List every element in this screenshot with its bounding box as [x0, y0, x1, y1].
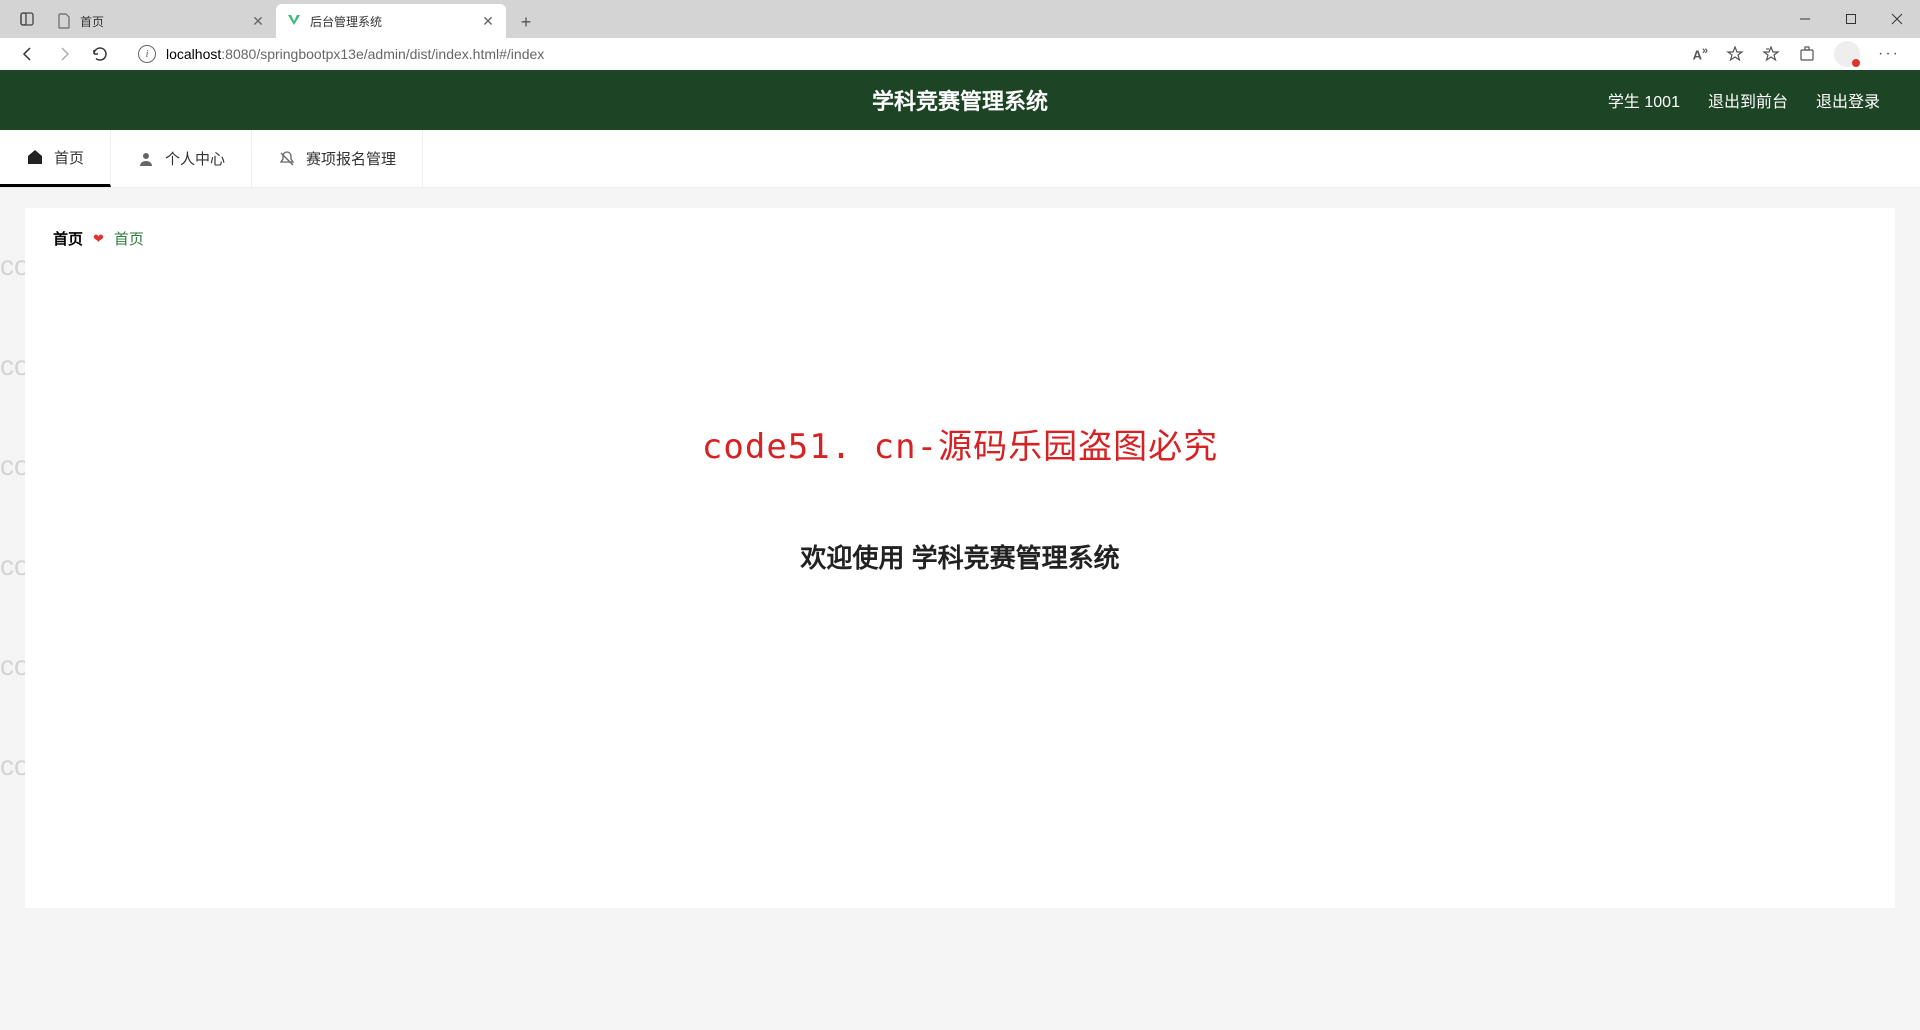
- breadcrumb-current[interactable]: 首页: [114, 228, 144, 249]
- close-button[interactable]: [1874, 0, 1920, 38]
- app-title: 学科竞赛管理系统: [872, 84, 1048, 116]
- nav-label: 首页: [54, 147, 84, 168]
- tab-title: 后台管理系统: [310, 13, 480, 30]
- welcome-text: 欢迎使用 学科竞赛管理系统: [53, 538, 1867, 575]
- profile-icon[interactable]: [1834, 41, 1860, 67]
- nav-tab-registration[interactable]: 赛项报名管理: [252, 130, 423, 187]
- user-icon: [137, 150, 155, 168]
- watermark-notice: code51. cn-源码乐园盗图必究: [53, 419, 1867, 468]
- nav-label: 赛项报名管理: [306, 148, 396, 169]
- tab-actions-icon[interactable]: [8, 0, 46, 38]
- user-label[interactable]: 学生 1001: [1608, 88, 1680, 112]
- tab-close-icon[interactable]: ✕: [250, 13, 266, 29]
- home-icon: [26, 148, 44, 166]
- maximize-button[interactable]: [1828, 0, 1874, 38]
- nav-label: 个人中心: [165, 148, 225, 169]
- browser-chrome: 首页 ✕ 后台管理系统 ✕ + i localhost:8080/springb…: [0, 0, 1920, 70]
- address-bar: i localhost:8080/springbootpx13e/admin/d…: [0, 38, 1920, 70]
- heart-icon: ❤: [93, 231, 104, 247]
- breadcrumb-root: 首页: [53, 228, 83, 249]
- content-card: 首页 ❤ 首页 code51. cn-源码乐园盗图必究 欢迎使用 学科竞赛管理系…: [25, 208, 1895, 908]
- address-actions: A» ···: [1693, 41, 1910, 67]
- more-icon[interactable]: ···: [1878, 45, 1900, 63]
- refresh-button[interactable]: [82, 38, 118, 70]
- nav-tab-home[interactable]: 首页: [0, 130, 111, 187]
- collections-icon[interactable]: [1762, 45, 1780, 63]
- browser-tab-1[interactable]: 后台管理系统 ✕: [276, 4, 506, 38]
- exit-to-front-link[interactable]: 退出到前台: [1708, 88, 1788, 112]
- page-icon: [56, 13, 72, 29]
- logout-link[interactable]: 退出登录: [1816, 88, 1880, 112]
- new-tab-button[interactable]: +: [510, 6, 542, 38]
- header-right: 学生 1001 退出到前台 退出登录: [1608, 88, 1880, 112]
- tab-close-icon[interactable]: ✕: [480, 13, 496, 29]
- favorite-icon[interactable]: [1726, 45, 1744, 63]
- nav-tabs: 首页 个人中心 赛项报名管理: [0, 130, 1920, 188]
- url-text: localhost:8080/springbootpx13e/admin/dis…: [166, 46, 544, 62]
- window-controls: [1782, 0, 1920, 38]
- breadcrumb: 首页 ❤ 首页: [53, 228, 1867, 249]
- content-wrap: 首页 ❤ 首页 code51. cn-源码乐园盗图必究 欢迎使用 学科竞赛管理系…: [0, 188, 1920, 928]
- app-header: 学科竞赛管理系统 学生 1001 退出到前台 退出登录: [0, 70, 1920, 130]
- tab-title: 首页: [80, 13, 250, 30]
- bell-icon: [278, 150, 296, 168]
- site-info-icon[interactable]: i: [138, 45, 156, 63]
- extensions-icon[interactable]: [1798, 45, 1816, 63]
- read-aloud-icon[interactable]: A»: [1693, 45, 1708, 62]
- tab-bar: 首页 ✕ 后台管理系统 ✕ +: [0, 0, 1920, 38]
- browser-tab-0[interactable]: 首页 ✕: [46, 4, 276, 38]
- vue-icon: [286, 13, 302, 29]
- forward-button[interactable]: [46, 38, 82, 70]
- back-button[interactable]: [10, 38, 46, 70]
- minimize-button[interactable]: [1782, 0, 1828, 38]
- url-input[interactable]: i localhost:8080/springbootpx13e/admin/d…: [126, 39, 1685, 69]
- nav-tab-profile[interactable]: 个人中心: [111, 130, 252, 187]
